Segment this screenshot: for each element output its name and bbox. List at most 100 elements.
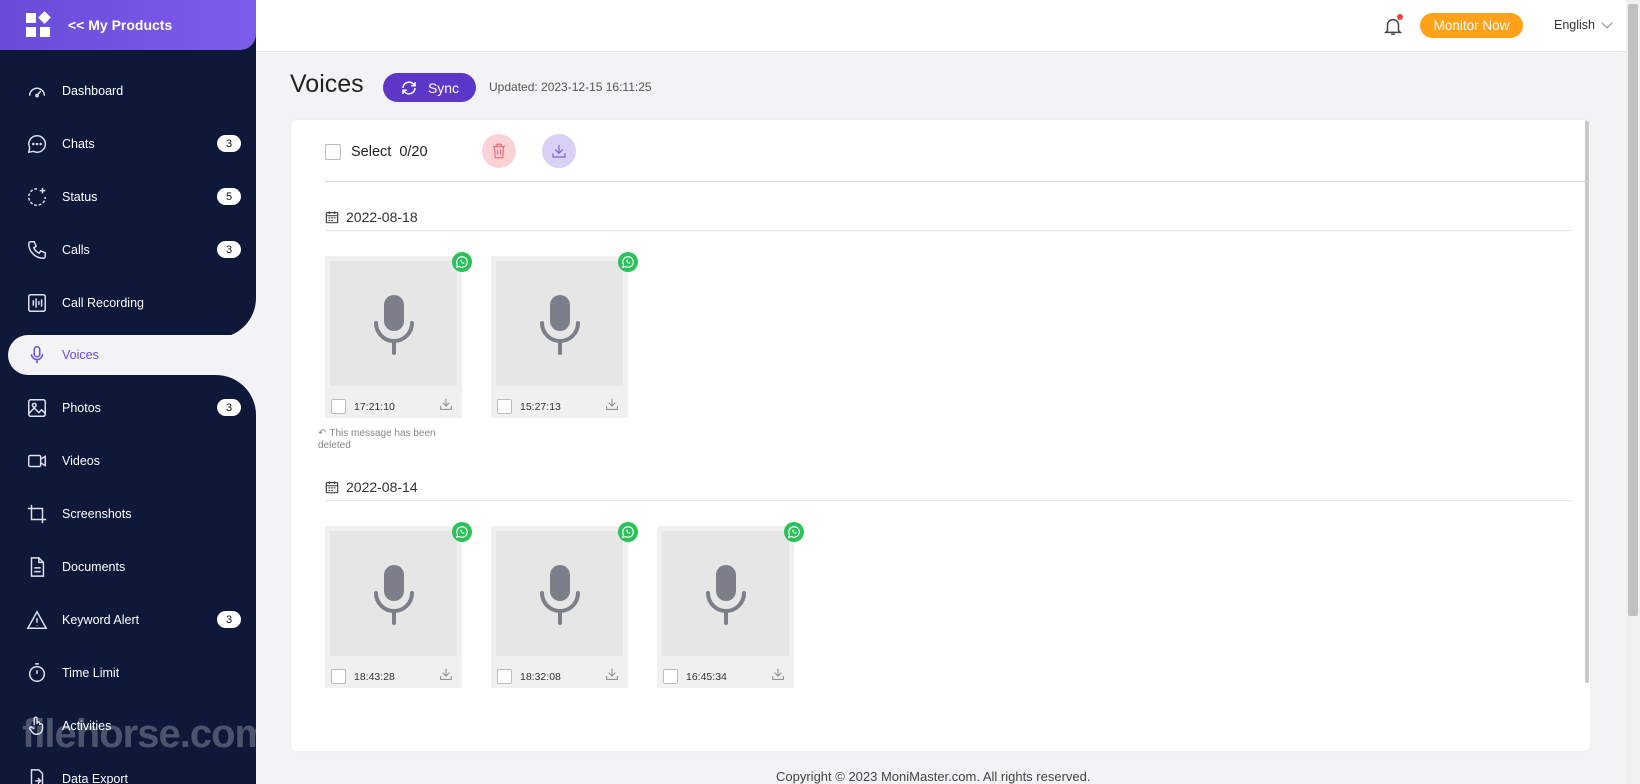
stopwatch-icon (26, 662, 48, 684)
download-icon[interactable] (604, 396, 620, 412)
sidebar-item-screenshots[interactable]: Screenshots (0, 487, 256, 540)
select-label: Select (351, 144, 392, 160)
bell-icon[interactable] (1382, 14, 1404, 38)
voice-time: 18:32:08 (520, 671, 561, 683)
sidebar-item-label: Photos (62, 400, 101, 415)
microphone-icon (705, 564, 746, 625)
voice-thumbnail[interactable] (662, 531, 789, 656)
my-products-label: << My Products (68, 17, 173, 33)
group-date: 2022-08-14 (325, 479, 418, 495)
page-title: Voices (290, 70, 364, 98)
notification-dot (1397, 14, 1403, 20)
whatsapp-icon (784, 522, 804, 542)
voice-checkbox[interactable] (497, 669, 512, 684)
voice-thumbnail[interactable] (330, 261, 457, 386)
download-all-button[interactable] (542, 134, 576, 168)
dashboard-icon (26, 80, 48, 102)
monitor-now-button[interactable]: Monitor Now (1420, 13, 1523, 38)
footer-copyright: Copyright © 2023 MoniMaster.com. All rig… (776, 769, 1091, 784)
sidebar-item-label: Documents (62, 559, 126, 574)
select-all-checkbox[interactable] (325, 144, 341, 160)
calendar-icon (325, 211, 339, 224)
download-icon[interactable] (770, 666, 786, 682)
sidebar-item-label: Data Export (62, 771, 129, 784)
panel-scrollbar[interactable] (1585, 120, 1589, 683)
sidebar-item-label: Screenshots (62, 506, 132, 521)
crop-icon (26, 503, 48, 525)
sidebar-item-status[interactable]: Status 5 (0, 170, 256, 223)
sidebar: << My Products Dashboard Chats 3 Status … (0, 0, 256, 784)
voice-thumbnail[interactable] (496, 531, 623, 656)
sidebar-item-calls[interactable]: Calls 3 (0, 223, 256, 276)
alert-icon (26, 609, 48, 631)
sidebar-item-dashboard[interactable]: Dashboard (0, 64, 256, 117)
sidebar-item-label: Videos (62, 453, 100, 468)
voice-checkbox[interactable] (497, 399, 512, 414)
status-count-badge: 5 (217, 188, 241, 205)
my-products-link[interactable]: << My Products (0, 0, 256, 50)
voice-thumbnail[interactable] (496, 261, 623, 386)
sidebar-item-documents[interactable]: Documents (0, 540, 256, 593)
keyword-alert-count-badge: 3 (217, 611, 241, 628)
delete-button[interactable] (482, 134, 516, 168)
voice-checkbox[interactable] (331, 669, 346, 684)
sidebar-item-photos[interactable]: Photos 3 (0, 381, 256, 434)
sync-label: Sync (427, 79, 460, 96)
sidebar-item-label: Chats (62, 136, 95, 151)
sidebar-item-keyword-alert[interactable]: Keyword Alert 3 (0, 593, 256, 646)
download-icon (552, 145, 566, 158)
voice-item[interactable]: 17:21:10 (325, 252, 472, 418)
page-scrollbar[interactable] (1626, 0, 1640, 784)
download-icon[interactable] (604, 666, 620, 682)
select-count: 0/20 (399, 144, 428, 160)
sidebar-item-label: Time Limit (62, 665, 120, 680)
hand-pointer-icon (26, 715, 48, 737)
sidebar-item-time-limit[interactable]: Time Limit (0, 646, 256, 699)
sidebar-item-call-recording[interactable]: Call Recording (0, 276, 256, 329)
sidebar-item-label: Calls (62, 242, 90, 257)
microphone-icon (373, 294, 414, 355)
group-divider (325, 230, 1572, 231)
photos-count-badge: 3 (217, 399, 241, 416)
download-icon[interactable] (438, 396, 454, 412)
voice-checkbox[interactable] (331, 399, 346, 414)
voice-thumbnail[interactable] (330, 531, 457, 656)
download-icon[interactable] (438, 666, 454, 682)
sidebar-item-videos[interactable]: Videos (0, 434, 256, 487)
voice-time: 18:43:28 (354, 671, 395, 683)
sidebar-item-activities[interactable]: Activities (0, 699, 256, 752)
apps-grid-icon (26, 11, 51, 37)
sync-icon (402, 80, 416, 95)
whatsapp-icon (452, 252, 472, 272)
sync-button[interactable]: Sync (383, 73, 476, 102)
group-date-label: 2022-08-18 (346, 209, 418, 225)
voice-checkbox[interactable] (663, 669, 678, 684)
voice-time: 15:27:13 (520, 401, 561, 413)
voice-item[interactable]: 16:45:34 (657, 522, 804, 688)
chevron-down-icon (1601, 17, 1613, 29)
group-date: 2022-08-18 (325, 209, 418, 225)
sidebar-item-chats[interactable]: Chats 3 (0, 117, 256, 170)
export-icon (26, 768, 48, 784)
waveform-icon (26, 292, 48, 314)
microphone-icon (539, 294, 580, 355)
updated-timestamp: Updated: 2023-12-15 16:11:25 (489, 80, 652, 94)
sidebar-item-voices[interactable]: Voices (8, 335, 256, 375)
sidebar-item-label: Voices (62, 348, 99, 362)
chat-icon (26, 133, 48, 155)
sidebar-item-label: Status (62, 189, 98, 204)
toolbar-divider (325, 181, 1590, 182)
language-selector[interactable]: English (1554, 17, 1613, 32)
microphone-icon (539, 564, 580, 625)
voice-item[interactable]: 18:43:28 (325, 522, 472, 688)
selection-toolbar: Select 0/20 (325, 134, 428, 170)
sidebar-item-data-export[interactable]: Data Export (0, 752, 256, 784)
voice-item[interactable]: 15:27:13 (491, 252, 638, 418)
top-bar: Monitor Now English (256, 0, 1626, 52)
voice-item[interactable]: 18:32:08 (491, 522, 638, 688)
calendar-icon (325, 481, 339, 494)
whatsapp-icon (618, 252, 638, 272)
whatsapp-icon (452, 522, 472, 542)
sidebar-nav: Dashboard Chats 3 Status 5 Calls 3 Call … (0, 64, 256, 784)
photo-icon (26, 397, 48, 419)
